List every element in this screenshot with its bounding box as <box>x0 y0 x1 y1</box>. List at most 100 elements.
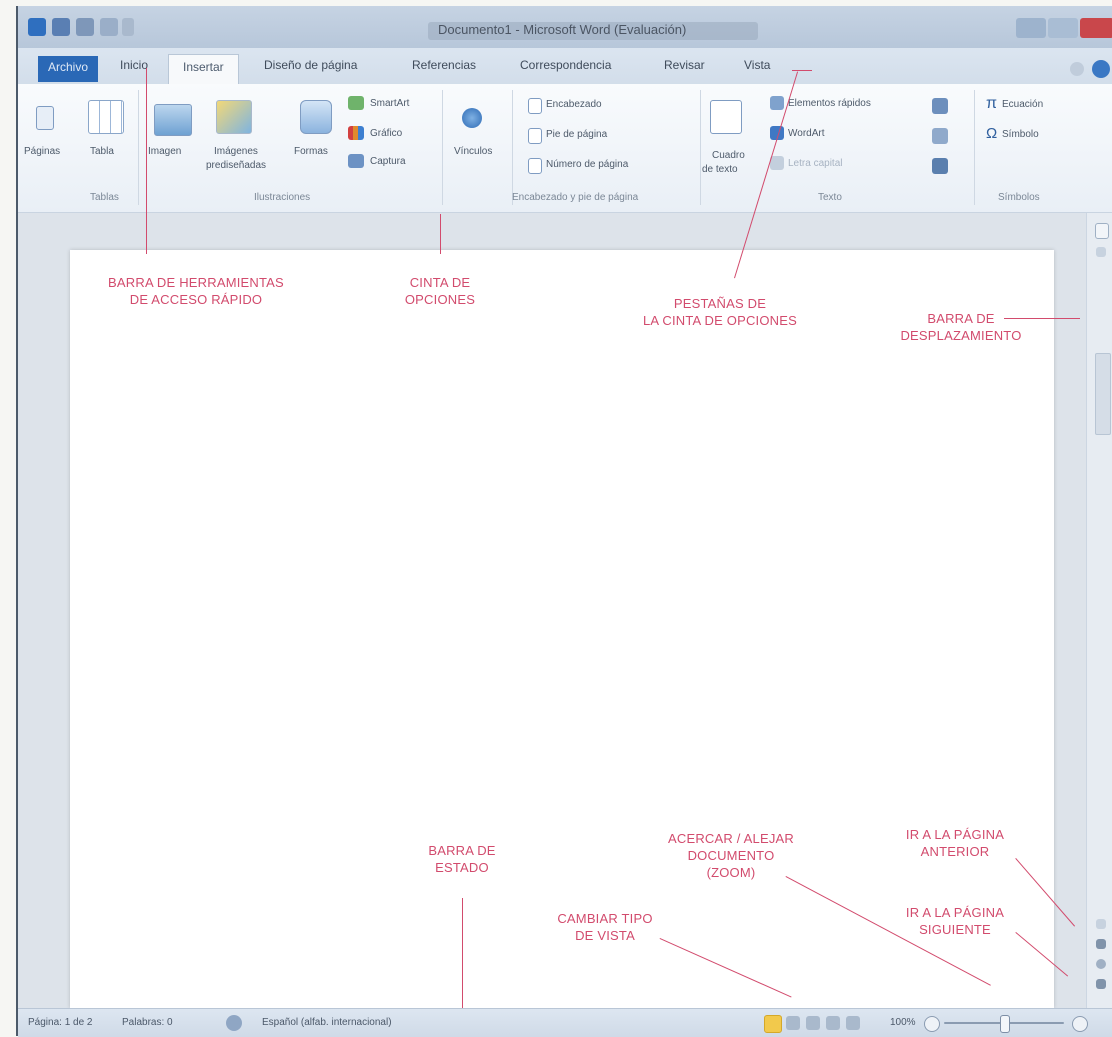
tab-referencias[interactable]: Referencias <box>412 58 476 80</box>
object-icon[interactable] <box>932 158 948 174</box>
shapes-button[interactable]: Formas <box>294 146 328 157</box>
minimize-button[interactable] <box>1016 18 1046 38</box>
group-ilustraciones-label: Ilustraciones <box>254 192 311 203</box>
annotation-arrow-pestanas <box>792 70 812 71</box>
proofing-icon[interactable] <box>226 1015 242 1031</box>
save-icon[interactable] <box>52 18 70 36</box>
annotation-qat: BARRA DE HERRAMIENTAS DE ACCESO RÁPIDO <box>108 275 284 307</box>
page-number-button[interactable]: Número de página <box>546 159 628 170</box>
quick-parts-icon[interactable] <box>770 96 784 110</box>
full-screen-view-icon[interactable] <box>786 1016 800 1030</box>
group-separator <box>512 90 513 205</box>
redo-icon[interactable] <box>100 18 118 36</box>
ruler-toggle-icon[interactable] <box>1095 223 1109 239</box>
group-separator <box>974 90 975 205</box>
drop-cap-button[interactable]: Letra capital <box>788 158 842 169</box>
tab-vista[interactable]: Vista <box>744 58 770 80</box>
wordart-button[interactable]: WordArt <box>788 128 825 139</box>
browse-object-icon[interactable] <box>1096 959 1106 969</box>
status-bar: Página: 1 de 2 Palabras: 0 Español (alfa… <box>18 1008 1112 1037</box>
close-button[interactable] <box>1080 18 1112 38</box>
vertical-scrollbar[interactable] <box>1086 213 1112 1008</box>
group-separator <box>138 90 139 205</box>
scroll-thumb[interactable] <box>1095 353 1111 435</box>
word-app-icon[interactable] <box>28 18 46 36</box>
zoom-level[interactable]: 100% <box>890 1017 916 1028</box>
web-layout-view-icon[interactable] <box>806 1016 820 1030</box>
tab-archivo[interactable]: Archivo <box>38 56 99 82</box>
footer-icon[interactable] <box>528 128 542 144</box>
group-encabezado-label: Encabezado y pie de página <box>512 192 639 203</box>
links-button[interactable]: Vínculos <box>454 146 492 157</box>
annotation-estado: BARRA DE ESTADO <box>428 843 496 875</box>
group-separator <box>442 90 443 205</box>
scroll-up-arrow-icon[interactable] <box>1096 247 1106 257</box>
screenshot-button[interactable]: Captura <box>370 156 406 167</box>
previous-page-icon[interactable] <box>1096 939 1106 949</box>
scroll-down-arrow-icon[interactable] <box>1096 919 1106 929</box>
table-icon[interactable] <box>88 100 124 134</box>
group-simbolos-label: Símbolos <box>998 192 1040 203</box>
quick-parts-button[interactable]: Elementos rápidos <box>788 98 871 109</box>
clipart-label-2[interactable]: prediseñadas <box>206 160 266 171</box>
date-time-icon[interactable] <box>932 128 948 144</box>
picture-icon[interactable] <box>154 104 192 136</box>
annotation-pag-anterior: IR A LA PÁGINA ANTERIOR <box>905 827 1005 859</box>
shapes-icon[interactable] <box>300 100 332 134</box>
clipart-label-1[interactable]: Imágenes <box>214 146 258 157</box>
language-indicator[interactable]: Español (alfab. internacional) <box>262 1017 392 1028</box>
symbol-icon[interactable]: Ω <box>986 125 997 142</box>
textbox-label-2[interactable]: de texto <box>702 164 738 175</box>
annotation-zoom: ACERCAR / ALEJAR DOCUMENTO (ZOOM) <box>667 831 794 880</box>
zoom-out-icon[interactable] <box>924 1016 940 1032</box>
zoom-in-icon[interactable] <box>1072 1016 1088 1032</box>
equation-button[interactable]: Ecuación <box>1002 99 1043 110</box>
word-count[interactable]: Palabras: 0 <box>122 1017 173 1028</box>
links-icon[interactable] <box>462 108 482 128</box>
table-button[interactable]: Tabla <box>90 146 114 157</box>
annotation-vista: CAMBIAR TIPO DE VISTA <box>557 911 653 943</box>
next-page-icon[interactable] <box>1096 979 1106 989</box>
smartart-button[interactable]: SmartArt <box>370 98 409 109</box>
zoom-slider-thumb[interactable] <box>1000 1015 1010 1033</box>
chart-icon[interactable] <box>348 126 364 140</box>
customize-qat-icon[interactable] <box>122 18 134 36</box>
header-button[interactable]: Encabezado <box>546 99 602 110</box>
picture-button[interactable]: Imagen <box>148 146 181 157</box>
outline-view-icon[interactable] <box>826 1016 840 1030</box>
pages-button[interactable]: Páginas <box>24 146 60 157</box>
tab-diseno-pagina[interactable]: Diseño de página <box>264 58 357 80</box>
group-tablas-label: Tablas <box>90 192 119 203</box>
tab-correspondencia[interactable]: Correspondencia <box>520 58 611 80</box>
screenshot-icon[interactable] <box>348 154 364 168</box>
smartart-icon[interactable] <box>348 96 364 110</box>
signature-line-icon[interactable] <box>932 98 948 114</box>
drop-cap-icon[interactable] <box>770 156 784 170</box>
symbol-button[interactable]: Símbolo <box>1002 129 1039 140</box>
tab-inicio[interactable]: Inicio <box>120 58 148 80</box>
undo-icon[interactable] <box>76 18 94 36</box>
page-count[interactable]: Página: 1 de 2 <box>28 1017 93 1028</box>
textbox-icon[interactable] <box>710 100 742 134</box>
tab-insertar[interactable]: Insertar <box>168 54 239 88</box>
annotation-pag-siguiente: IR A LA PÁGINA SIGUIENTE <box>905 905 1005 937</box>
clipart-icon[interactable] <box>216 100 252 134</box>
window-controls <box>1016 18 1112 40</box>
chart-button[interactable]: Gráfico <box>370 128 402 139</box>
annotation-line-qat <box>146 68 147 254</box>
maximize-button[interactable] <box>1048 18 1078 38</box>
header-icon[interactable] <box>528 98 542 114</box>
textbox-label-1[interactable]: Cuadro <box>712 150 745 161</box>
word-window: Documento1 - Microsoft Word (Evaluación)… <box>16 6 1112 1037</box>
print-layout-view-icon[interactable] <box>764 1015 782 1033</box>
pages-icon[interactable] <box>36 106 54 130</box>
tab-revisar[interactable]: Revisar <box>664 58 705 80</box>
page-number-icon[interactable] <box>528 158 542 174</box>
draft-view-icon[interactable] <box>846 1016 860 1030</box>
document-page[interactable] <box>70 250 1054 1008</box>
ribbon: Páginas Tabla Tablas Imagen Imágenes pre… <box>18 84 1112 213</box>
equation-icon[interactable]: π <box>986 95 997 113</box>
help-icon[interactable] <box>1092 60 1110 78</box>
minimize-ribbon-icon[interactable] <box>1070 62 1084 76</box>
footer-button[interactable]: Pie de página <box>546 129 607 140</box>
